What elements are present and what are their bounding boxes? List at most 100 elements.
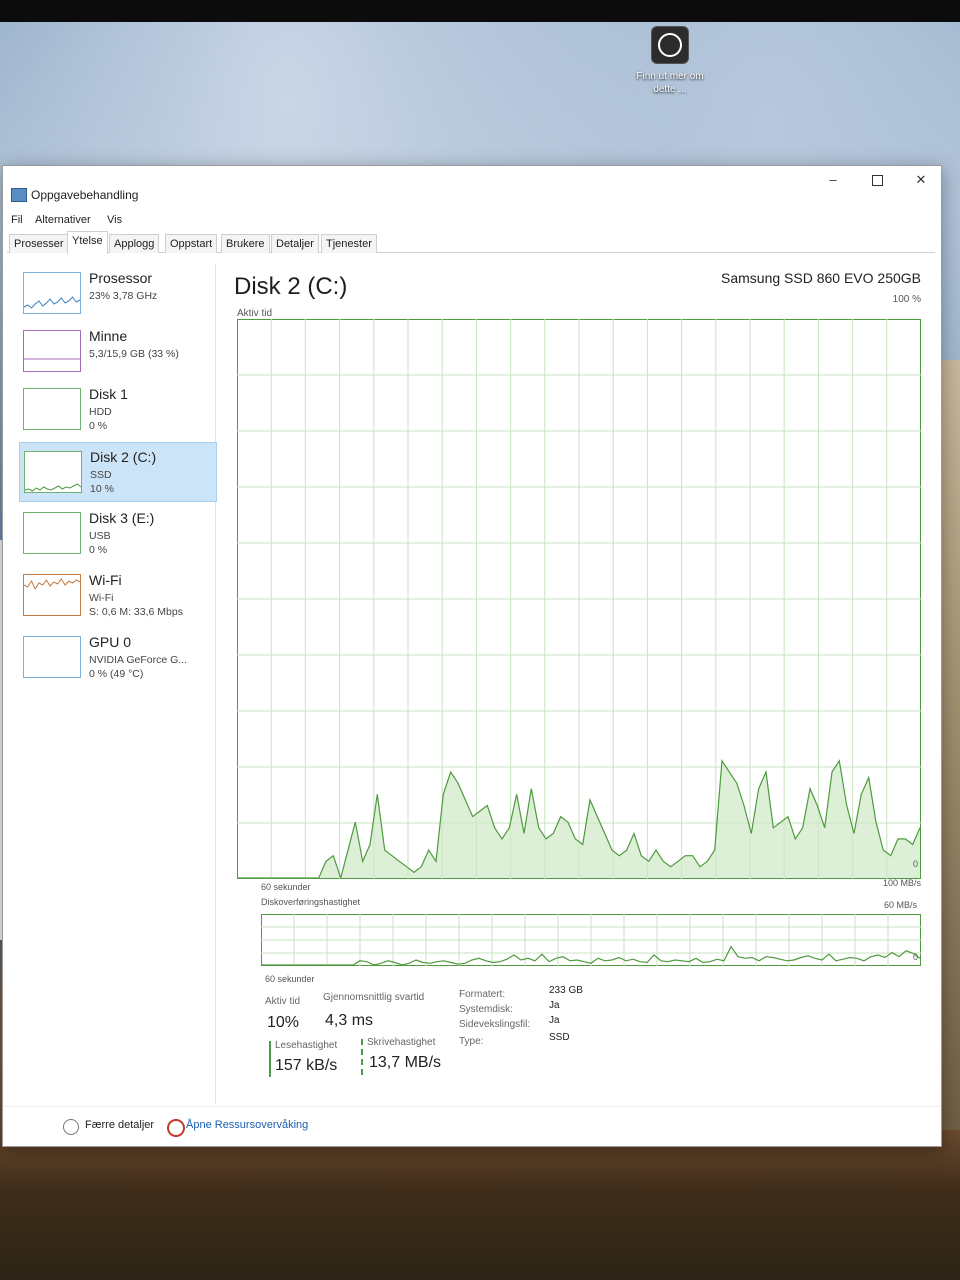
sidebar-item-usage: 0 %: [89, 544, 108, 556]
thumbnail-sparkline: [25, 483, 81, 492]
sidebar-item-detail: USB: [89, 530, 111, 542]
tab-brukere[interactable]: Brukere: [221, 234, 270, 253]
menu-vis[interactable]: Vis: [107, 214, 122, 226]
wallpaper-edge: [940, 360, 960, 1160]
tab-detaljer[interactable]: Detaljer: [271, 234, 319, 253]
read-indicator: [269, 1041, 271, 1077]
active-time-label: Aktiv tid: [265, 996, 301, 1007]
sidebar-item-disk-2-c[interactable]: Disk 2 (C:) SSD 10 %: [19, 442, 217, 502]
chevron-up-icon[interactable]: [63, 1119, 79, 1135]
sidebar-item-detail: SSD: [90, 469, 112, 481]
property-value: SSD: [549, 1032, 570, 1043]
tab-applogg[interactable]: Applogg: [109, 234, 160, 253]
learn-more-icon: [651, 26, 689, 64]
disk-model: Samsung SSD 860 EVO 250GB: [721, 270, 921, 286]
title-bar[interactable]: Oppgavebehandling – ✕: [3, 166, 941, 202]
property-label: Sidevekslingsfil:: [459, 1019, 531, 1030]
minimize-button[interactable]: –: [815, 170, 851, 190]
tab-bar: Prosesser Ytelse Applogg Oppstart Brukere Det…: [7, 230, 935, 254]
write-indicator: [361, 1039, 363, 1075]
maximize-icon: [871, 175, 883, 186]
property-value: Ja: [549, 1015, 560, 1026]
property-label: Type:: [459, 1036, 484, 1047]
sparkline-path: [25, 483, 81, 492]
open-resource-monitor-link[interactable]: Åpne Ressursovervåking: [186, 1119, 308, 1131]
sidebar-item-name: Minne: [89, 328, 128, 344]
sidebar-item-gpu-0[interactable]: GPU 0 NVIDIA GeForce G... 0 % (49 °C): [19, 628, 215, 686]
desktop-shortcut[interactable]: Finn ut mer om dette ...: [634, 26, 706, 96]
sidebar-thumbnail-graph: [23, 330, 81, 372]
wallpaper-bottom: [0, 1130, 960, 1280]
sidebar-item-detail: Wi-Fi: [89, 592, 114, 604]
sidebar-item-detail: 5,3/15,9 GB (33 %): [89, 348, 179, 360]
active-time-chart: [237, 319, 921, 879]
sidebar-item-name: Disk 1: [89, 386, 128, 402]
chart1-max-label: 100 %: [892, 294, 921, 305]
thumbnail-sparkline: [24, 358, 80, 360]
active-time-value: 10%: [267, 1014, 300, 1031]
sparkline-path: [24, 296, 80, 309]
tab-prosesser[interactable]: Prosesser: [9, 234, 69, 253]
sparkline-path: [24, 578, 80, 591]
transfer-rate-chart: [261, 914, 921, 966]
sidebar-item-usage: 10 %: [90, 483, 114, 495]
sidebar-item-name: Wi-Fi: [89, 572, 122, 588]
maximize-button[interactable]: [859, 170, 895, 190]
read-label: Lesehastighet: [275, 1040, 338, 1051]
sidebar-item-disk-1[interactable]: Disk 1 HDD 0 %: [19, 380, 215, 438]
sidebar-item-name: Disk 2 (C:): [90, 449, 157, 465]
tab-ytelse[interactable]: Ytelse: [67, 231, 108, 254]
sidebar-item-usage: S: 0,6 M: 33,6 Mbps: [89, 606, 183, 618]
menu-fil[interactable]: Fil: [11, 214, 23, 226]
sidebar-thumbnail-graph: [23, 272, 81, 314]
resource-sidebar: Prosessor 23% 3,78 GHz Minne 5,3/15,9 GB (3…: [15, 264, 217, 1104]
sidebar-thumbnail-graph: [23, 636, 81, 678]
tab-tjenester[interactable]: Tjenester: [321, 234, 377, 253]
window-title: Oppgavebehandling: [31, 188, 139, 202]
sidebar-item-minne[interactable]: Minne 5,3/15,9 GB (33 %): [19, 322, 215, 380]
panel-title: Disk 2 (C:): [234, 273, 348, 300]
sidebar-item-prosessor[interactable]: Prosessor 23% 3,78 GHz: [19, 264, 215, 322]
property-value: 233 GB: [549, 985, 583, 996]
avg-response-value: 4,3 ms: [325, 1012, 374, 1029]
sidebar-item-name: Disk 3 (E:): [89, 510, 155, 526]
task-manager-app-icon: [11, 188, 27, 202]
resource-monitor-icon: [167, 1119, 185, 1137]
chart1-label: Aktiv tid: [237, 308, 273, 319]
avg-response-label: Gjennomsnittlig svartid: [323, 992, 425, 1003]
menu-alternativer[interactable]: Alternativer: [35, 214, 91, 226]
property-label: Systemdisk:: [459, 1004, 513, 1015]
desktop: Finn ut mer om dette ... GeFGeFated ferm…: [0, 0, 960, 1280]
footer: Færre detaljer Åpne Ressursovervåking: [3, 1106, 941, 1145]
write-value: 13,7 MB/s: [369, 1054, 442, 1071]
tab-oppstart[interactable]: Oppstart: [165, 234, 218, 253]
sidebar-item-detail: 23% 3,78 GHz: [89, 290, 158, 302]
write-label: Skrivehastighet: [367, 1037, 436, 1048]
close-button[interactable]: ✕: [903, 170, 939, 190]
chart2-min-label: 0: [913, 952, 919, 962]
property-label: Formatert:: [459, 989, 506, 1000]
chart2-label: Diskoverføringshastighet: [261, 897, 361, 907]
chart2-max-label: 60 MB/s: [883, 900, 917, 910]
chart1-min-label: 0: [913, 859, 919, 869]
thumbnail-sparkline: [24, 578, 80, 591]
sidebar-item-detail: HDD: [89, 406, 112, 418]
sidebar-item-wi-fi[interactable]: Wi-Fi Wi-Fi S: 0,6 M: 33,6 Mbps: [19, 566, 215, 624]
thumbnail-sparkline: [24, 296, 80, 309]
sidebar-thumbnail-graph: [24, 451, 82, 493]
sidebar-item-usage: 0 % (49 °C): [89, 668, 144, 680]
sidebar-thumbnail-graph: [23, 574, 81, 616]
fewer-details-link[interactable]: Færre detaljer: [85, 1119, 154, 1131]
sidebar-thumbnail-graph: [23, 512, 81, 554]
sidebar-item-name: Prosessor: [89, 270, 153, 286]
sidebar-item-usage: 0 %: [89, 420, 108, 432]
desktop-shortcut-label: Finn ut mer om dette ...: [636, 71, 704, 95]
sidebar-thumbnail-graph: [23, 388, 81, 430]
property-value: Ja: [549, 1000, 560, 1011]
sidebar-item-name: GPU 0: [89, 634, 132, 650]
chart1-x-label: 60 sekunder: [261, 882, 311, 892]
sidebar-item-disk-3-e[interactable]: Disk 3 (E:) USB 0 %: [19, 504, 215, 562]
sidebar-item-detail: NVIDIA GeForce G...: [89, 654, 188, 666]
task-manager-window: Oppgavebehandling – ✕ Fil Alternativer Vis…: [2, 165, 942, 1147]
read-value: 157 kB/s: [275, 1057, 338, 1074]
